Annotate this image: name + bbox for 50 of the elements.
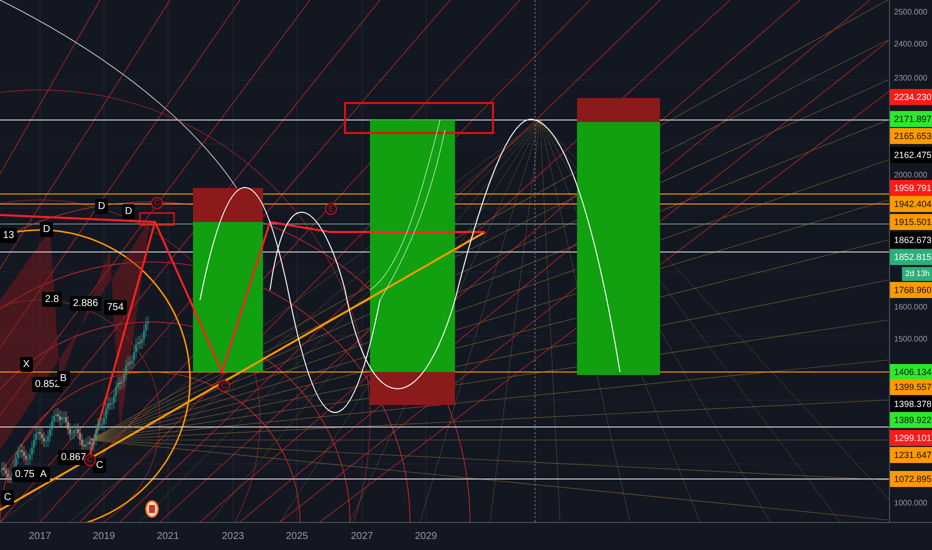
- price-label: 1942.404: [890, 196, 932, 212]
- price-tick: 1500.000: [894, 334, 928, 344]
- price-tick: 2500.000: [894, 8, 928, 16]
- year-tick: 2027: [350, 531, 374, 542]
- price-label: 1852.815: [890, 249, 932, 265]
- price-label: 1959.791: [890, 180, 932, 196]
- price-label: 1406.134: [890, 364, 932, 380]
- outline-rectangle: [139, 212, 175, 226]
- pattern-label: D: [40, 222, 54, 237]
- pattern-label: C: [1, 490, 14, 505]
- pattern-label: 754: [104, 300, 127, 315]
- price-tick: 1600.000: [894, 302, 928, 312]
- price-tick: 1000.000: [894, 498, 928, 508]
- year-tick: 2029: [414, 531, 438, 542]
- price-tick: 2300.000: [894, 74, 928, 82]
- price-label: 2162.475: [890, 147, 932, 163]
- pattern-label: 2.8: [42, 292, 62, 307]
- year-tick: 2023: [222, 531, 244, 542]
- price-label: 1862.673: [890, 232, 932, 248]
- year-tick: 2025: [286, 531, 308, 542]
- point-mark: C: [151, 197, 163, 209]
- price-label: 1768.960: [890, 282, 932, 298]
- price-label: 1398.378: [890, 396, 932, 412]
- year-tick: 2019: [92, 531, 116, 542]
- stop-zone: [193, 188, 263, 222]
- price-label: 1299.101: [890, 430, 932, 446]
- point-mark: C: [84, 454, 96, 466]
- price-tick: 2000.000: [894, 170, 928, 180]
- point-mark: E: [325, 203, 337, 215]
- pattern-label: 0.75: [12, 467, 38, 482]
- pattern-label: X: [20, 357, 33, 372]
- price-label: 1915.501: [890, 214, 932, 230]
- price-label: 2234.230: [890, 89, 932, 105]
- price-label: 1231.647: [890, 447, 932, 463]
- pattern-label: 13: [0, 228, 18, 243]
- price-label: 1399.557: [890, 379, 932, 395]
- price-label: 1072.895: [890, 471, 932, 487]
- price-tick: 2400.000: [894, 40, 928, 48]
- price-label: 2165.653: [890, 128, 932, 144]
- pattern-label: D: [122, 204, 136, 219]
- price-label: 2171.897: [890, 111, 932, 127]
- pattern-label: B: [57, 371, 70, 386]
- pattern-label: 2.886: [70, 296, 102, 311]
- year-tick: 2017: [28, 531, 52, 542]
- year-tick: 2021: [156, 531, 180, 542]
- point-mark: C: [218, 380, 230, 392]
- pattern-label: D: [95, 199, 108, 214]
- pattern-label: A: [37, 467, 50, 482]
- countdown-label: 2d 13h: [902, 267, 932, 281]
- price-label: 1389.922: [890, 412, 932, 428]
